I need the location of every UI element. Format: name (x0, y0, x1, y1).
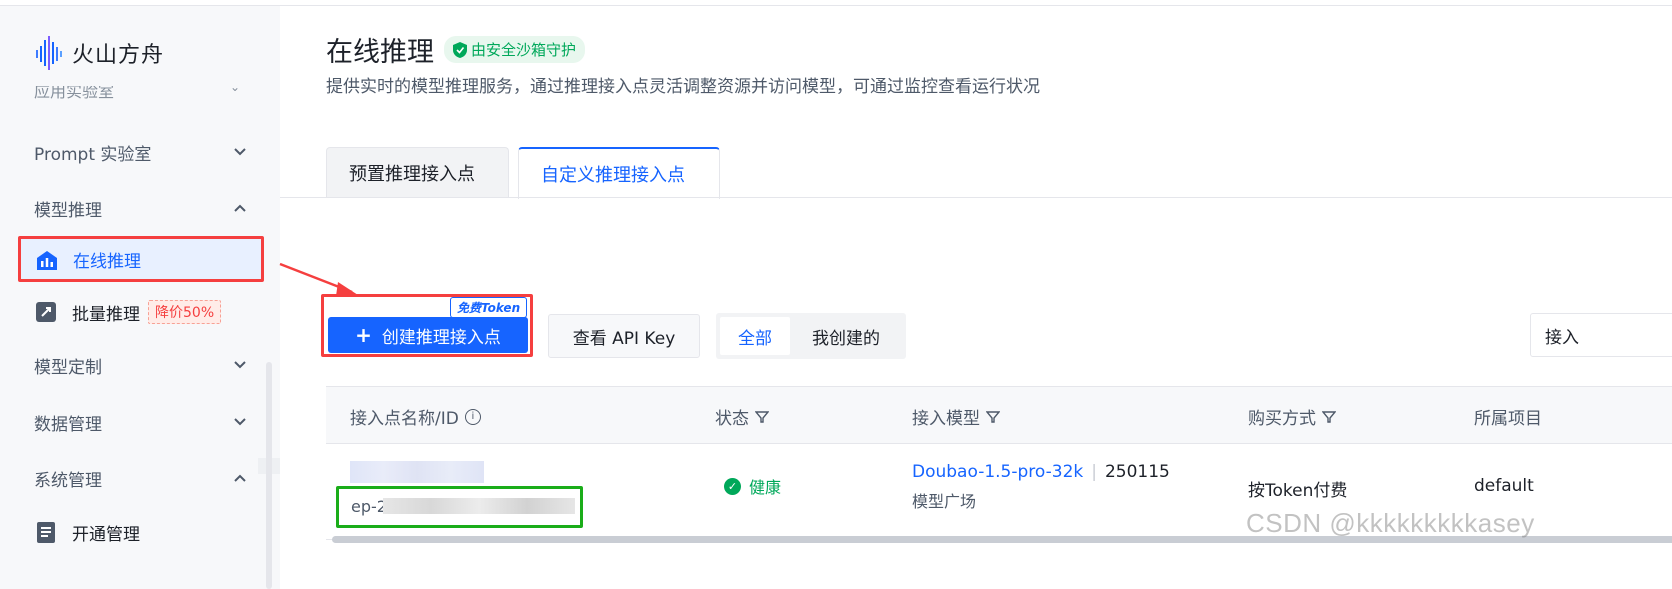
page-title: 在线推理 (326, 37, 434, 68)
sidebar-group-prompt-lab[interactable]: Prompt 实验室 (34, 137, 246, 167)
volcano-logo-icon (36, 36, 62, 70)
tabs-divider (280, 197, 1672, 198)
view-api-key-button[interactable]: 查看 API Key (548, 314, 700, 358)
model-source: 模型广场 (912, 492, 977, 511)
sidebar-item-label: 批量推理 (72, 304, 140, 325)
annotation-arrow-icon (279, 262, 358, 296)
create-endpoint-label: 创建推理接入点 (381, 327, 501, 348)
chevron-up-icon (234, 204, 246, 212)
security-badge: 由安全沙箱守护 (444, 36, 586, 63)
sidebar-item-batch-inference[interactable]: 批量推理 降价50% (34, 295, 246, 329)
create-button-highlight: + 创建推理接入点 免费Token (321, 294, 533, 357)
status-text: 健康 (749, 478, 782, 497)
filter-icon[interactable] (755, 410, 769, 424)
sidebar-item-label: 开通管理 (72, 524, 140, 545)
rocket-icon (36, 302, 56, 322)
project-cell: default (1474, 476, 1534, 496)
chevron-down-icon: ⌄ (229, 86, 240, 94)
check-circle-icon: ✓ (724, 477, 741, 495)
chevron-up-icon (234, 474, 246, 482)
column-header-model: 接入模型 (912, 404, 1000, 429)
title-row: 在线推理 由安全沙箱守护 (326, 30, 586, 69)
sidebar-group-label: 模型定制 (34, 357, 102, 378)
sidebar-group-model-inference[interactable]: 模型推理 (34, 193, 246, 223)
filter-mine-option[interactable]: 我创建的 (790, 317, 902, 355)
sidebar-group-model-customize[interactable]: 模型定制 (34, 350, 246, 380)
model-cell: Doubao-1.5-pro-32k | 250115 模型广场 (912, 462, 1170, 512)
search-select[interactable]: 接入 (1530, 313, 1672, 357)
endpoint-id-redacted (383, 498, 575, 514)
tab-label: 预置推理接入点 (349, 164, 475, 185)
discount-badge: 降价50% (148, 300, 222, 324)
sidebar-group-label: 应用实验室 (34, 86, 115, 101)
sidebar-group-label: 数据管理 (34, 414, 102, 435)
brand[interactable]: 火山方舟 (36, 36, 164, 70)
sidebar-item-label: 在线推理 (73, 252, 141, 272)
create-endpoint-button[interactable]: + 创建推理接入点 (328, 317, 528, 353)
filter-icon[interactable] (1322, 410, 1336, 424)
view-api-key-label: 查看 API Key (572, 328, 676, 349)
endpoint-name-redacted[interactable] (350, 461, 484, 483)
page-subtitle: 提供实时的模型推理服务，通过推理接入点灵活调整资源并访问模型，可通过监控查看运行… (326, 77, 1040, 97)
sidebar-scrollbar[interactable] (266, 362, 272, 589)
column-header-label: 状态 (715, 409, 749, 429)
search-select-label: 接入 (1545, 327, 1579, 348)
sidebar-group-app-lab[interactable]: 应用实验室 ⌄ (34, 86, 244, 104)
column-header-status: 状态 (715, 404, 769, 429)
endpoint-id-prefix: ep-2 (351, 497, 387, 516)
security-badge-text: 由安全沙箱守护 (471, 41, 577, 59)
chevron-down-icon (234, 361, 246, 369)
watermark: CSDN @kkkkkkkkkasey (1246, 508, 1535, 538)
model-link[interactable]: Doubao-1.5-pro-32k (912, 462, 1083, 482)
tab-preset-endpoints[interactable]: 预置推理接入点 (326, 147, 509, 198)
free-token-badge: 免费Token (450, 297, 528, 318)
separator: | (1091, 462, 1097, 482)
column-header-project: 所属项目 (1474, 404, 1542, 429)
info-icon[interactable]: i (464, 408, 481, 425)
brand-name: 火山方舟 (72, 43, 165, 68)
sidebar-group-label: Prompt 实验室 (34, 144, 152, 165)
main-content: 在线推理 由安全沙箱守护 提供实时的模型推理服务，通过推理接入点灵活调整资源并访… (280, 0, 1672, 589)
plus-icon: + (355, 323, 372, 347)
sidebar-group-system-management[interactable]: 系统管理 (34, 463, 246, 493)
filter-icon[interactable] (986, 410, 1000, 424)
sidebar-top-strip (0, 0, 280, 6)
sidebar-item-online-inference[interactable]: 在线推理 (18, 236, 264, 282)
column-header-label: 所属项目 (1474, 409, 1542, 429)
tab-label: 自定义推理接入点 (541, 165, 685, 186)
sidebar-group-data-management[interactable]: 数据管理 (34, 407, 246, 437)
endpoints-table: 接入点名称/ID i 状态 接入模型 购买方式 所属项目 ep-2 ✓ 健康 D… (326, 386, 1672, 589)
sidebar-item-activation[interactable]: 开通管理 (34, 515, 246, 549)
filter-all-option[interactable]: 全部 (720, 317, 790, 355)
column-header-label: 购买方式 (1248, 409, 1316, 429)
document-icon (37, 522, 55, 543)
column-header-purchase: 购买方式 (1248, 404, 1336, 429)
chevron-down-icon (234, 418, 246, 426)
purchase-cell: 按Token付费 (1248, 481, 1348, 501)
endpoint-id-highlight: ep-2 (336, 486, 583, 528)
column-header-name: 接入点名称/ID i (350, 404, 481, 429)
top-border (280, 0, 1672, 6)
bar-chart-icon (37, 250, 57, 270)
chevron-down-icon (234, 148, 246, 156)
status-cell: ✓ 健康 (724, 474, 781, 498)
column-header-label: 接入模型 (912, 409, 980, 429)
ownership-filter: 全部 我创建的 (716, 313, 906, 359)
tab-custom-endpoints[interactable]: 自定义推理接入点 (518, 147, 720, 199)
page-root: 火山方舟 应用实验室 ⌄ Prompt 实验室 模型推理 在线推理 批量推理 降… (0, 0, 1672, 589)
column-header-label: 接入点名称/ID (350, 409, 459, 429)
model-version: 250115 (1104, 462, 1170, 482)
shield-icon (453, 41, 467, 58)
sidebar-group-label: 模型推理 (34, 200, 102, 221)
sidebar: 火山方舟 应用实验室 ⌄ Prompt 实验室 模型推理 在线推理 批量推理 降… (0, 0, 280, 589)
table-header: 接入点名称/ID i 状态 接入模型 购买方式 所属项目 (326, 386, 1672, 444)
sidebar-group-label: 系统管理 (34, 470, 102, 491)
